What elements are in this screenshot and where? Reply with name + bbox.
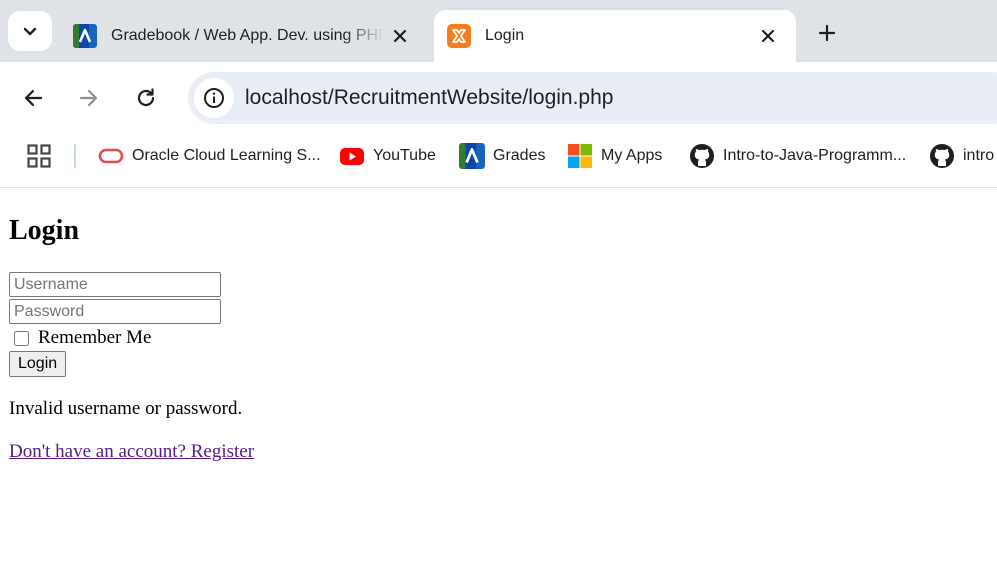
bookmark-youtube[interactable]: YouTube	[339, 140, 436, 172]
youtube-icon	[340, 148, 364, 165]
info-icon	[204, 88, 224, 108]
bookmark-intro[interactable]: intro	[929, 140, 994, 172]
github-icon	[930, 144, 954, 168]
bookmarks-bar: Oracle Cloud Learning S... YouTube Grade…	[0, 134, 997, 188]
tab-strip: Gradebook / Web App. Dev. using PHP Logi…	[0, 0, 997, 62]
bookmark-label: Grades	[493, 147, 546, 164]
chevron-down-icon	[23, 27, 37, 36]
browser-toolbar: localhost/RecruitmentWebsite/login.php	[0, 62, 997, 134]
new-tab-button[interactable]	[812, 18, 842, 48]
site-info-button[interactable]	[194, 78, 234, 118]
page-title: Login	[9, 215, 80, 246]
address-bar[interactable]: localhost/RecruitmentWebsite/login.php	[188, 72, 997, 124]
password-input[interactable]	[9, 299, 221, 324]
github-icon	[690, 144, 714, 168]
username-input[interactable]	[9, 272, 221, 297]
close-icon	[393, 29, 407, 43]
bookmark-intro-to-java[interactable]: Intro-to-Java-Programm...	[689, 140, 906, 172]
close-tab-button[interactable]	[390, 26, 410, 46]
remember-me-row[interactable]: Remember Me	[9, 326, 989, 350]
bookmark-my-apps[interactable]: My Apps	[567, 140, 662, 172]
remember-me-checkbox[interactable]	[14, 330, 29, 346]
tab-gradebook[interactable]: Gradebook / Web App. Dev. using PHP	[60, 10, 428, 62]
bookmark-oracle[interactable]: Oracle Cloud Learning S...	[98, 140, 321, 172]
page-content: Login Remember Me Login Invalid username…	[9, 189, 989, 463]
bookmark-grades[interactable]: Grades	[459, 140, 545, 172]
microsoft-icon	[568, 144, 592, 168]
bookmark-label: Oracle Cloud Learning S...	[132, 147, 321, 164]
tab-search-button[interactable]	[8, 11, 52, 51]
bookmark-label: intro	[963, 147, 995, 164]
oracle-icon	[98, 148, 124, 164]
arrow-right-icon	[79, 89, 98, 107]
apps-grid-icon[interactable]	[27, 144, 51, 168]
tab-title: Login	[485, 27, 525, 44]
bookmark-label: Intro-to-Java-Programm...	[723, 147, 907, 164]
bookmark-label: YouTube	[373, 147, 436, 164]
login-button[interactable]: Login	[9, 351, 67, 377]
reload-button[interactable]	[130, 82, 162, 114]
error-message: Invalid username or password.	[9, 398, 243, 419]
tab-login[interactable]: Login	[434, 10, 796, 62]
arrow-left-icon	[24, 89, 43, 107]
xampp-logo-icon	[447, 24, 471, 48]
plus-icon	[818, 24, 836, 42]
forward-button[interactable]	[73, 82, 105, 114]
register-link[interactable]: Don't have an account? Register	[9, 441, 254, 463]
close-tab-button[interactable]	[758, 26, 778, 46]
back-button[interactable]	[17, 82, 49, 114]
bookmarks-separator	[74, 144, 76, 168]
login-form: Remember Me Login	[9, 272, 989, 377]
avenue-logo-icon	[459, 143, 485, 169]
remember-me-label: Remember Me	[38, 327, 152, 348]
reload-icon	[137, 88, 155, 107]
avenue-logo-icon	[73, 24, 97, 48]
bookmark-label: My Apps	[601, 147, 663, 164]
url-text: localhost/RecruitmentWebsite/login.php	[245, 86, 614, 109]
tab-title: Gradebook / Web App. Dev. using PHP	[111, 27, 384, 44]
close-icon	[761, 29, 775, 43]
